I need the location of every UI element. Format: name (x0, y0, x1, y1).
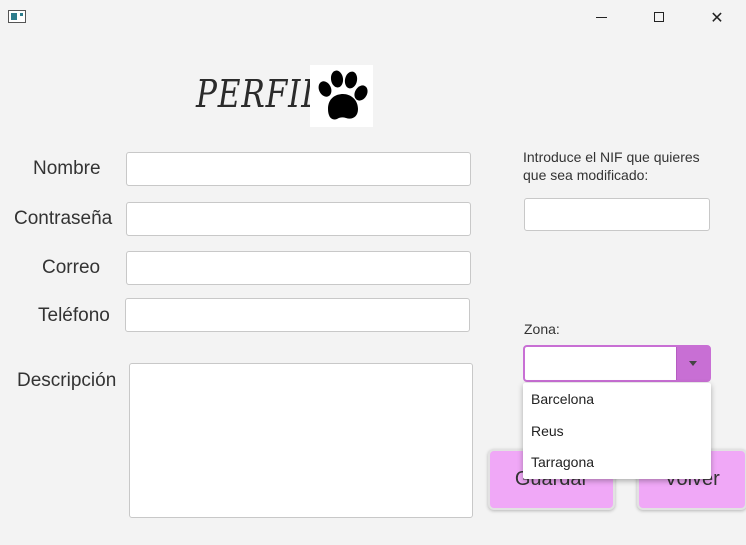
phone-label: Teléfono (38, 305, 110, 326)
description-textarea[interactable] (129, 363, 473, 518)
minimize-icon (595, 16, 607, 18)
name-field[interactable] (126, 152, 471, 186)
name-label: Nombre (33, 158, 101, 179)
zone-dropdown-list: Barcelona Reus Tarragona (523, 383, 711, 479)
zone-option-tarragona[interactable]: Tarragona (531, 454, 594, 470)
maximize-icon (654, 12, 664, 22)
maximize-button[interactable] (630, 0, 688, 34)
zone-combobox[interactable] (523, 345, 711, 382)
password-field[interactable] (126, 202, 471, 236)
email-field[interactable] (126, 251, 471, 285)
chevron-down-icon (689, 361, 697, 366)
nif-instruction: Introduce el NIF que quieres que sea mod… (523, 149, 700, 183)
email-label: Correo (42, 257, 101, 278)
zone-option-barcelona[interactable]: Barcelona (531, 391, 594, 407)
phone-field[interactable] (125, 298, 470, 332)
zone-dropdown-button[interactable] (676, 347, 709, 380)
zone-label: Zona: (524, 321, 560, 337)
zone-option-reus[interactable]: Reus (531, 423, 564, 439)
minimize-button[interactable] (572, 0, 630, 34)
app-icon (8, 10, 26, 23)
close-button[interactable]: ✕ (688, 0, 746, 34)
nif-field[interactable] (524, 198, 710, 231)
close-icon: ✕ (710, 7, 724, 27)
password-label: Contraseña (14, 208, 113, 229)
description-label: Descripción (17, 370, 117, 391)
paw-logo (310, 65, 373, 127)
page-title: PERFIL (196, 72, 323, 116)
title-bar: ✕ (0, 0, 746, 34)
paw-icon (318, 70, 368, 120)
